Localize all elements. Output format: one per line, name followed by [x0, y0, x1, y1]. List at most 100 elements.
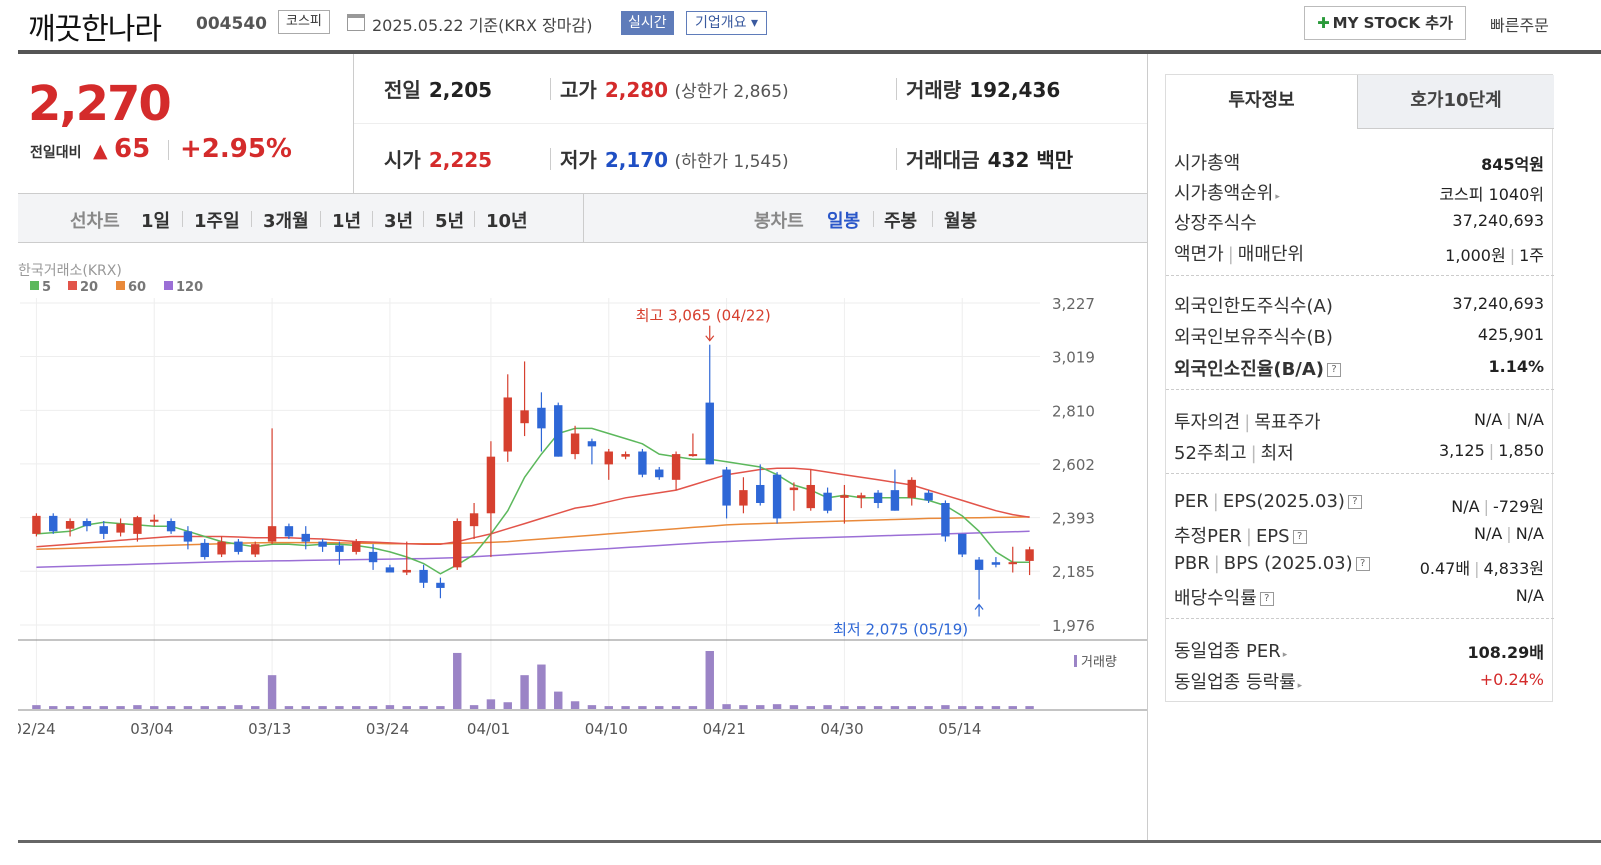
y-tick-label: 2,185 — [1052, 563, 1095, 581]
volume-bar — [604, 706, 613, 709]
volume-bar — [301, 706, 310, 709]
divider — [896, 78, 897, 100]
volume-bar — [385, 705, 395, 709]
candle-body — [335, 545, 344, 552]
prev-close-stat: 전일 2,205 — [384, 78, 493, 102]
volume-bar — [958, 706, 967, 709]
candle-body — [688, 454, 698, 457]
volume-bar — [907, 706, 916, 709]
candle-daily[interactable]: 일봉 — [827, 207, 860, 233]
period-1y[interactable]: 1년 — [332, 207, 361, 233]
volume-bar — [537, 664, 546, 709]
candle-body — [671, 454, 681, 480]
legend-swatch-ma60 — [116, 281, 125, 290]
help-icon[interactable]: ? — [1292, 530, 1307, 544]
per-eps-row: PER | EPS(2025.03)? N/A | -729원 — [1174, 491, 1544, 516]
volume-stat: 거래량 192,436 — [906, 78, 1061, 102]
realtime-button[interactable]: 실시간 — [621, 11, 674, 35]
open-stat: 시가 2,225 — [384, 148, 493, 172]
divider — [583, 194, 584, 243]
volume-bar — [991, 706, 1001, 709]
candle-body — [402, 569, 411, 573]
candle-body — [150, 519, 159, 522]
volume-bar — [217, 706, 226, 709]
current-price: 2,270 — [28, 76, 172, 132]
x-tick-label: 04/30 — [820, 720, 863, 738]
candle-weekly[interactable]: 주봉 — [884, 207, 917, 233]
volume-bar — [99, 706, 108, 709]
volume-bar — [722, 704, 731, 709]
volume-bar — [554, 691, 563, 709]
legend-label-ma5: 5 — [42, 280, 51, 295]
dividend-yield-row: 배당수익률? N/A — [1174, 586, 1544, 609]
period-1w[interactable]: 1주일 — [194, 207, 240, 233]
x-tick-label: 05/14 — [938, 720, 981, 738]
divider — [168, 140, 169, 160]
foreign-ratio-row: 외국인소진율(B/A)? 1.14% — [1174, 357, 1544, 380]
stats-row-1: 전일 2,205 고가 2,280 (상한가 2,865) 거래량 192,436 — [354, 54, 1148, 124]
legend-label-ma20: 20 — [80, 280, 98, 295]
pbr-bps-row: PBR | BPS (2025.03)? 0.47배 | 4,833원 — [1174, 553, 1544, 578]
divider — [550, 78, 551, 100]
candle-body — [352, 541, 361, 552]
candle-body — [621, 454, 630, 457]
period-1d[interactable]: 1일 — [141, 207, 170, 233]
candle-body — [857, 495, 866, 498]
sector-per-row[interactable]: 동일업종 PER ▸ 108.29배 — [1174, 633, 1544, 663]
volume-bar — [503, 702, 512, 709]
candle-body — [941, 502, 950, 537]
divider — [474, 211, 475, 227]
volume-bar — [789, 705, 799, 709]
candle-body — [705, 402, 714, 465]
volume-bar — [318, 706, 327, 709]
x-tick-label: 02/24 — [18, 720, 56, 738]
candle-body — [436, 582, 445, 588]
price-change: 65 — [114, 134, 151, 164]
candle-body — [469, 513, 479, 527]
foreign-hold-row: 외국인보유주식수(B) 425,901 — [1174, 325, 1544, 348]
volume-bar — [974, 706, 984, 709]
legend-swatch-ma5 — [30, 281, 39, 290]
high-price-annotation: 최고 3,065 (04/22) — [636, 307, 771, 325]
candle-body — [49, 515, 58, 532]
par-value-row: 액면가 | 매매단위 1,000원 | 1주 — [1174, 244, 1544, 265]
company-overview-button[interactable]: 기업개요 ▾ — [686, 11, 767, 35]
est-per-eps-row: 추정PER | EPS? N/A | N/A — [1174, 524, 1544, 547]
candle-body — [1025, 549, 1034, 561]
volume-bar — [116, 706, 125, 709]
period-10y[interactable]: 10년 — [486, 207, 528, 233]
volume-bar — [638, 706, 647, 709]
tab-investment-info[interactable]: 투자정보 — [1166, 75, 1358, 129]
quick-order-button[interactable]: 빠른주문 — [1490, 12, 1549, 36]
divider — [873, 211, 874, 227]
volume-bar — [1025, 706, 1034, 709]
period-3m[interactable]: 3개월 — [263, 207, 309, 233]
period-3y[interactable]: 3년 — [384, 207, 413, 233]
help-icon[interactable]: ? — [1355, 557, 1370, 571]
candle-body — [217, 541, 226, 555]
y-tick-label: 2,393 — [1052, 510, 1095, 528]
line-chart-label: 선차트 — [70, 211, 120, 232]
volume-bar — [924, 706, 933, 709]
help-icon[interactable]: ? — [1259, 592, 1274, 606]
help-icon[interactable]: ? — [1327, 363, 1342, 377]
price-chart[interactable]: 한국거래소(KRX) 5 20 60 120 3,227 3,019 2,810 2,602 2,… — [18, 260, 1148, 750]
help-icon[interactable]: ? — [1347, 495, 1362, 509]
period-5y[interactable]: 5년 — [435, 207, 464, 233]
basis-date: 2025.05.22 기준(KRX 장마감) — [372, 16, 593, 35]
sector-rate-row[interactable]: 동일업종 등락률 ▸ +0.24% — [1174, 664, 1544, 694]
candle-body — [82, 521, 92, 527]
add-my-stock-button[interactable]: ✚ MY STOCK 추가 — [1304, 6, 1466, 40]
candle-body — [739, 490, 748, 506]
candle-monthly[interactable]: 월봉 — [944, 207, 977, 233]
chart-source-label: 한국거래소(KRX) — [18, 263, 122, 279]
volume-legend-label: 거래량 — [1081, 655, 1117, 670]
volume-bar — [368, 706, 378, 709]
current-price-box: 2,270 전일대비 ▲ 65 +2.95% — [18, 54, 354, 194]
tab-order-book[interactable]: 호가10단계 — [1358, 75, 1554, 129]
candle-body — [958, 533, 967, 555]
volume-bar — [200, 706, 209, 709]
x-tick-label: 04/21 — [703, 720, 746, 738]
market-cap-rank-row[interactable]: 시가총액순위 ▸ 코스피 1040위 — [1174, 175, 1544, 205]
candle-body — [503, 397, 512, 452]
